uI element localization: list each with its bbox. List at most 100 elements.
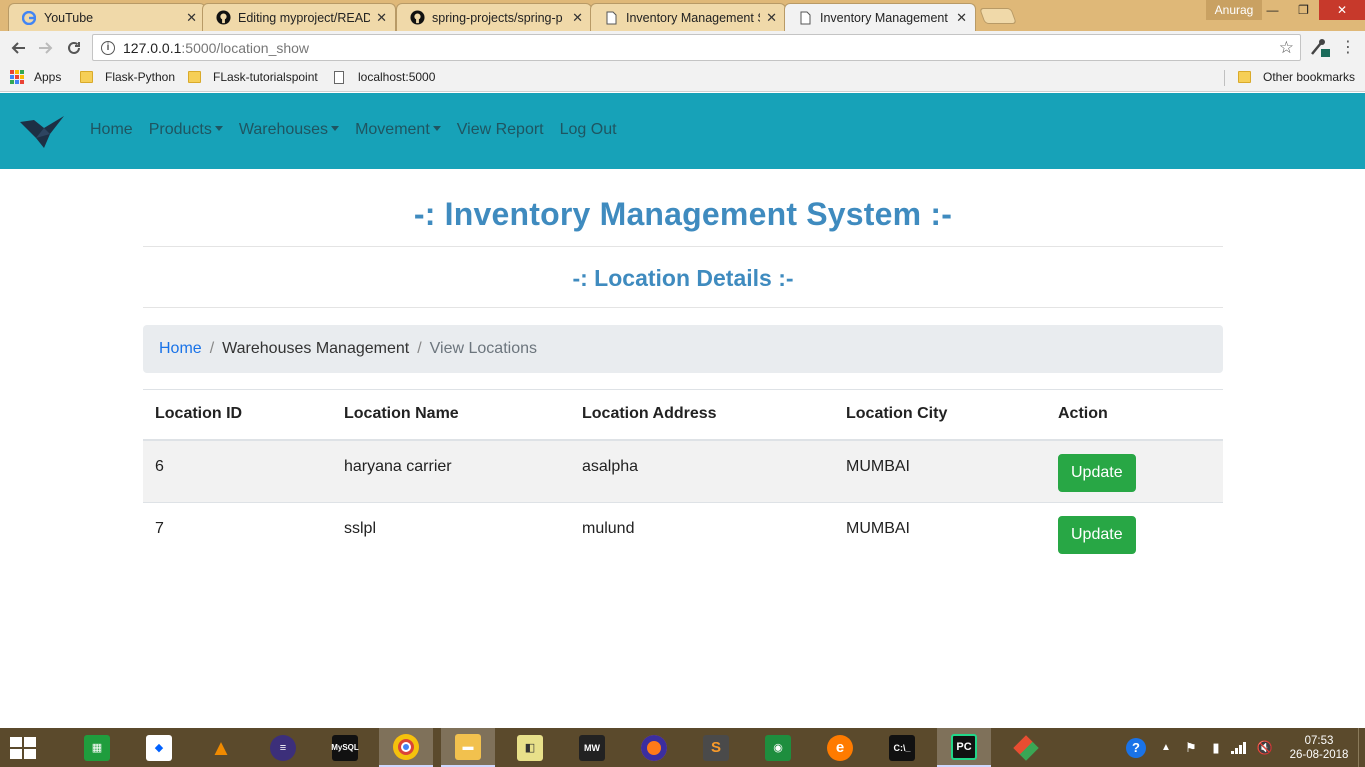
battery-icon[interactable]: ▮ xyxy=(1206,728,1226,767)
nav-label: Products xyxy=(148,121,212,138)
nav-label: Warehouses xyxy=(238,121,329,138)
breadcrumb-home-link[interactable]: Home xyxy=(159,340,202,358)
cell-location-name: haryana carrier xyxy=(332,439,570,503)
bookmark-flask-tutorialspoint[interactable]: FLask-tutorialspoint xyxy=(188,70,318,84)
nav-label: Log Out xyxy=(559,121,617,138)
tab-title: Inventory Management S xyxy=(820,10,951,25)
google-classroom-icon[interactable]: ◉ xyxy=(751,728,805,767)
edge-icon[interactable]: e xyxy=(813,728,867,767)
window-close-icon[interactable]: ✕ xyxy=(1319,0,1365,20)
firefox-icon[interactable] xyxy=(627,728,681,767)
sticky-notes-icon[interactable]: ◧ xyxy=(503,728,557,767)
file-explorer-icon[interactable]: ▬ xyxy=(441,728,495,767)
network-signal-icon[interactable] xyxy=(1228,728,1250,767)
windows-start-icon[interactable] xyxy=(10,737,38,761)
column-header-location-city: Location City xyxy=(834,389,1046,441)
page-icon xyxy=(603,10,619,26)
page-title: -: Inventory Management System :- xyxy=(413,196,953,232)
bookmark-localhost[interactable]: localhost:5000 xyxy=(334,70,435,84)
close-icon[interactable]: ✕ xyxy=(766,10,777,26)
divider xyxy=(143,246,1223,247)
browser-tab-inventory-active[interactable]: Inventory Management S ✕ xyxy=(784,3,976,31)
minimize-icon[interactable]: — xyxy=(1257,0,1288,20)
chrome-icon[interactable] xyxy=(379,728,433,767)
nav-home[interactable]: Home xyxy=(90,121,133,139)
bookmark-label: Apps xyxy=(34,70,62,84)
bookmarks-bar: Apps Flask-Python FLask-tutorialspoint l… xyxy=(0,64,1365,92)
browser-tab-spring-projects[interactable]: spring-projects/spring-p ✕ xyxy=(396,3,592,31)
bookmark-apps[interactable]: Apps xyxy=(10,70,61,84)
breadcrumb-separator: / xyxy=(417,340,422,357)
bookmark-label: FLask-tutorialspoint xyxy=(213,70,318,84)
dropbox-icon[interactable]: ◆ xyxy=(132,728,186,767)
extension-icon[interactable] xyxy=(1309,38,1331,58)
clock-date: 26-08-2018 xyxy=(1289,749,1349,761)
show-desktop-button[interactable] xyxy=(1358,728,1365,767)
nav-products-dropdown[interactable]: Products xyxy=(149,121,223,139)
nav-log-out[interactable]: Log Out xyxy=(560,121,617,139)
action-center-flag-icon[interactable]: ⚑ xyxy=(1180,728,1202,767)
profile-badge[interactable]: Anurag xyxy=(1206,0,1262,20)
forward-arrow-icon[interactable] xyxy=(32,34,60,62)
page-icon xyxy=(797,10,813,26)
cell-location-city: MUMBAI xyxy=(834,502,1046,566)
tab-title: Inventory Management S xyxy=(626,10,761,25)
system-clock[interactable]: 07:53 26-08-2018 xyxy=(1288,734,1350,762)
close-icon[interactable]: ✕ xyxy=(572,10,583,26)
cmd-icon[interactable]: C:\_ xyxy=(875,728,929,767)
eclipse-icon[interactable]: ≡ xyxy=(256,728,310,767)
bookmark-divider xyxy=(1224,70,1225,86)
column-header-action: Action xyxy=(1046,389,1223,441)
browser-tab-editing-readme[interactable]: Editing myproject/READM ✕ xyxy=(202,3,396,31)
divider xyxy=(143,307,1223,308)
close-icon[interactable]: ✕ xyxy=(956,10,967,26)
info-icon[interactable]: i xyxy=(101,40,115,55)
browser-tab-inventory-1[interactable]: Inventory Management S ✕ xyxy=(590,3,786,31)
column-header-location-address: Location Address xyxy=(570,389,834,441)
tray-chevron-icon[interactable]: ▲ xyxy=(1156,728,1176,767)
clock-time: 07:53 xyxy=(1304,735,1334,747)
nav-view-report[interactable]: View Report xyxy=(457,121,544,139)
close-icon[interactable]: ✕ xyxy=(376,10,387,26)
nav-label: View Report xyxy=(456,121,544,138)
new-tab-button[interactable] xyxy=(979,8,1017,24)
breadcrumb: Home / Warehouses Management / View Loca… xyxy=(143,325,1223,373)
bird-logo-icon[interactable] xyxy=(20,114,64,150)
bookmark-star-icon[interactable]: ☆ xyxy=(1279,38,1294,58)
google-icon xyxy=(21,10,37,26)
git-icon[interactable] xyxy=(999,728,1053,767)
address-bar[interactable]: i 127.0.0.1:5000/location_show ☆ xyxy=(92,34,1301,61)
caret-down-icon xyxy=(432,126,441,131)
update-button[interactable]: Update xyxy=(1058,453,1136,492)
close-icon[interactable]: ✕ xyxy=(186,10,197,26)
browser-tab-youtube[interactable]: YouTube ✕ xyxy=(8,3,206,31)
nfs-mw-icon[interactable]: MW xyxy=(565,728,619,767)
column-header-location-name: Location Name xyxy=(332,389,570,441)
nav-label: Home xyxy=(90,121,133,138)
pycharm-icon[interactable]: PC xyxy=(937,728,991,767)
bookmark-other[interactable]: Other bookmarks xyxy=(1238,70,1355,84)
reload-icon[interactable] xyxy=(60,34,88,62)
back-arrow-icon[interactable] xyxy=(4,34,32,62)
volume-muted-icon[interactable]: 🔇 xyxy=(1254,728,1276,767)
cell-location-city: MUMBAI xyxy=(834,439,1046,503)
help-icon[interactable]: ? xyxy=(1116,728,1156,767)
bookmark-flask-python[interactable]: Flask-Python xyxy=(80,70,175,84)
nav-warehouses-dropdown[interactable]: Warehouses xyxy=(238,121,340,139)
table-row: 6 haryana carrier asalpha MUMBAI Update xyxy=(143,439,1223,503)
sublime-text-icon[interactable]: S xyxy=(689,728,743,767)
nav-movement-dropdown[interactable]: Movement xyxy=(355,121,441,139)
breadcrumb-current: View Locations xyxy=(429,340,537,357)
maximize-icon[interactable]: ❐ xyxy=(1288,0,1319,20)
column-header-location-id: Location ID xyxy=(143,389,332,441)
browser-toolbar: i 127.0.0.1:5000/location_show ☆ ⋮ xyxy=(0,31,1365,64)
caret-down-icon xyxy=(331,126,340,131)
update-button[interactable]: Update xyxy=(1058,516,1136,554)
folder-icon xyxy=(188,71,201,83)
windows-store-icon[interactable]: ▦ xyxy=(70,728,124,767)
browser-menu-icon[interactable]: ⋮ xyxy=(1340,37,1356,57)
vlc-icon[interactable]: ▲ xyxy=(194,728,248,767)
mysql-icon[interactable]: MySQL xyxy=(318,728,372,767)
folder-icon xyxy=(80,71,93,83)
breadcrumb-warehouses: Warehouses Management xyxy=(222,340,410,357)
